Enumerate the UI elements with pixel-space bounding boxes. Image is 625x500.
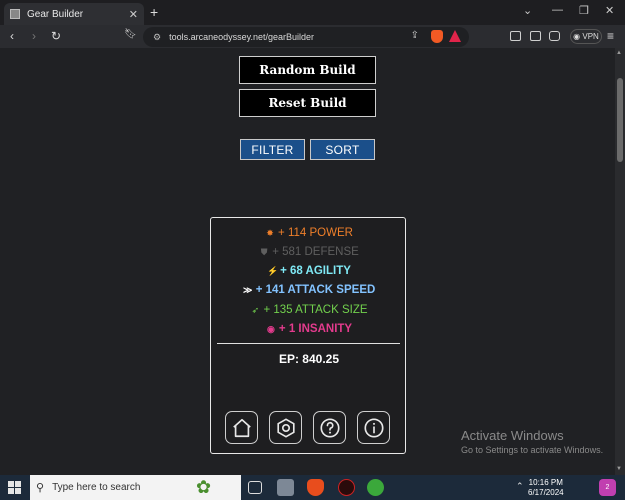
tray-chevron-icon[interactable]: ⌃ <box>516 481 524 492</box>
home-button[interactable] <box>225 411 258 444</box>
info-icon <box>363 417 384 438</box>
attack-speed-icon: ≫ <box>242 285 253 295</box>
maximize-icon[interactable]: ❐ <box>579 4 589 17</box>
new-tab-button[interactable]: + <box>150 4 158 20</box>
windows-start-icon[interactable] <box>8 481 21 494</box>
brave-shield-icon[interactable] <box>431 30 443 43</box>
bookmark-icon[interactable]: 🔖︎ <box>124 29 137 40</box>
taskbar-time: 10:16 PM <box>528 478 563 487</box>
activate-windows-title: Activate Windows <box>461 428 564 443</box>
settings-icon <box>276 417 295 438</box>
taskbar-clock[interactable]: 10:16 PM 6/17/2024 <box>528 478 564 498</box>
activate-windows-subtitle: Go to Settings to activate Windows. <box>461 445 604 455</box>
stat-power: ✸ + 114 POWER <box>266 227 353 239</box>
minimize-icon[interactable]: — <box>552 4 563 16</box>
notification-icon[interactable]: 2 <box>599 479 616 496</box>
help-button[interactable] <box>313 411 346 444</box>
task-view-icon[interactable] <box>248 481 262 494</box>
app-e-icon[interactable] <box>367 479 384 496</box>
search-icon: ⚲ <box>36 482 45 494</box>
home-icon <box>232 418 251 437</box>
browser-toolbar: ‹ › ↻ 🔖︎ ⚙ tools.arcaneodyssey.net/gearB… <box>0 25 625 48</box>
info-button[interactable] <box>357 411 390 444</box>
stat-agility: ⚡ + 68 AGILITY <box>267 265 351 277</box>
search-highlight-icon: ✿ <box>196 477 212 497</box>
taskbar-search-placeholder: Type here to search <box>52 482 141 493</box>
brave-rewards-icon[interactable] <box>449 30 461 42</box>
address-bar[interactable]: ⚙ tools.arcaneodyssey.net/gearBuilder ⇪ <box>143 27 469 47</box>
stat-attack-speed: ≫ + 141 ATTACK SPEED <box>242 284 376 296</box>
browser-tab[interactable]: Gear Builder ✕ <box>4 3 144 25</box>
menu-icon[interactable]: ≡ <box>607 29 614 43</box>
scroll-up-icon[interactable]: ▲ <box>616 50 622 56</box>
scrollbar-thumb[interactable] <box>617 78 623 162</box>
settings-button[interactable] <box>269 411 302 444</box>
stat-attack-size: ➶ + 135 ATTACK SIZE <box>251 304 368 316</box>
vpn-button[interactable]: ◉ VPN <box>570 29 602 44</box>
reset-build-button[interactable]: Reset Build <box>239 89 376 117</box>
back-icon[interactable]: ‹ <box>10 29 14 43</box>
ep-value: EP: 840.25 <box>278 352 340 366</box>
reload-icon[interactable]: ↻ <box>51 29 61 43</box>
tab-close-icon[interactable]: ✕ <box>129 8 138 21</box>
scroll-down-icon[interactable]: ▼ <box>616 466 622 472</box>
extensions-icon[interactable] <box>510 31 521 41</box>
stats-divider <box>217 343 400 344</box>
eye-icon: ◉ <box>266 324 275 334</box>
forward-icon[interactable]: › <box>32 29 36 43</box>
stats-panel: ✸ + 114 POWER ⛊ + 581 DEFENSE ⚡ + 68 AGILIT… <box>210 217 406 454</box>
close-window-icon[interactable]: ✕ <box>605 4 614 17</box>
sidebar-icon[interactable] <box>530 31 541 41</box>
agility-icon: ⚡ <box>267 266 279 276</box>
tab-search-icon[interactable]: ⌄ <box>523 4 532 17</box>
random-build-button[interactable]: Random Build <box>239 56 376 84</box>
app-icon[interactable] <box>338 479 355 496</box>
tab-title: Gear Builder <box>27 8 84 20</box>
windows-taskbar: ⚲ Type here to search ✿ ⌃ 10:16 PM 6/17/… <box>0 475 625 500</box>
browser-tab-bar: Gear Builder ✕ + ⌄ — ❐ ✕ <box>0 0 625 25</box>
share-icon[interactable]: ⇪ <box>411 30 419 41</box>
file-explorer-icon[interactable] <box>277 479 294 496</box>
url-text: tools.arcaneodyssey.net/gearBuilder <box>169 32 314 42</box>
shield-icon: ⛊ <box>260 247 268 257</box>
sort-button[interactable]: SORT <box>310 139 375 160</box>
power-icon: ✸ <box>266 228 274 238</box>
attack-size-icon: ➶ <box>251 305 260 315</box>
filter-button[interactable]: FILTER <box>240 139 305 160</box>
wallet-icon[interactable] <box>549 31 560 41</box>
taskbar-date: 6/17/2024 <box>528 488 564 497</box>
tab-favicon-icon <box>10 9 20 19</box>
brave-browser-icon[interactable] <box>307 479 324 496</box>
stat-insanity: ◉ + 1 INSANITY <box>266 323 353 335</box>
site-settings-icon[interactable]: ⚙ <box>153 32 161 43</box>
activate-windows-watermark: Activate Windows Go to Settings to activ… <box>461 428 603 455</box>
stat-defense: ⛊ + 581 DEFENSE <box>260 246 359 258</box>
help-icon <box>319 417 340 438</box>
